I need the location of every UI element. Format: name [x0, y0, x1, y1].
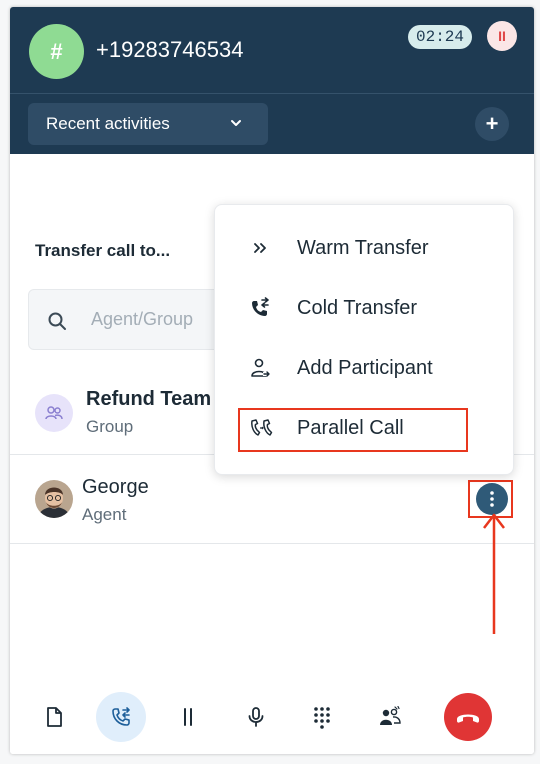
transfer-button[interactable]: [96, 692, 146, 742]
annotation-arrow: [483, 513, 505, 634]
annotation-highlight-box: [238, 408, 468, 452]
agent-photo: [35, 480, 73, 518]
add-button[interactable]: +: [475, 107, 509, 141]
call-toolbar: [10, 687, 534, 754]
dialpad-button[interactable]: [298, 693, 346, 741]
search-icon: [48, 312, 66, 330]
contact-name[interactable]: George: [82, 476, 149, 499]
menu-item-label: Cold Transfer: [297, 297, 418, 319]
menu-item-cold-transfer[interactable]: Cold Transfer: [215, 278, 515, 338]
search-input[interactable]: Agent/Group: [91, 309, 193, 330]
contact-type: Agent: [82, 505, 127, 524]
notes-icon: [47, 707, 62, 727]
agent-avatar: [35, 480, 73, 518]
hold-button[interactable]: [164, 693, 212, 741]
add-participant-icon: [251, 358, 270, 377]
hangup-button[interactable]: [444, 693, 492, 741]
transfer-panel-title: Transfer call to...: [35, 241, 171, 260]
mic-icon: [248, 707, 264, 727]
menu-item-warm-transfer[interactable]: Warm Transfer: [215, 218, 515, 278]
mute-button[interactable]: [232, 693, 280, 741]
hold-status-icon[interactable]: II: [487, 21, 517, 51]
contact-type: Group: [86, 417, 134, 436]
recent-activities-label: Recent activities: [46, 114, 170, 133]
contact-name[interactable]: Refund Team: [86, 388, 211, 411]
header-divider: [10, 93, 534, 94]
transfer-icon: [112, 707, 130, 726]
menu-item-label: Warm Transfer: [297, 237, 429, 259]
row-divider: [10, 543, 534, 544]
call-widget: # +19283746534 02:24 II Recent activitie…: [10, 7, 534, 754]
recent-activities-dropdown[interactable]: Recent activities: [28, 103, 268, 145]
hold-icon: [184, 708, 192, 726]
menu-item-label: Add Participant: [297, 357, 433, 379]
group-avatar: [35, 394, 73, 432]
group-icon: [45, 406, 63, 420]
dialpad-icon: [314, 707, 330, 729]
conference-icon: [380, 706, 401, 725]
call-header: # +19283746534 02:24 II Recent activitie…: [10, 7, 534, 154]
chevron-down-icon: [231, 120, 241, 126]
cold-transfer-icon: [252, 297, 269, 316]
transfer-options-menu: Warm Transfer Cold Transfer Add Particip…: [214, 204, 514, 475]
conference-button[interactable]: [366, 693, 414, 741]
warm-transfer-icon: [254, 243, 266, 253]
hangup-icon: [457, 714, 479, 723]
menu-item-add-participant[interactable]: Add Participant: [215, 338, 515, 398]
caller-phone-number: +19283746534: [96, 37, 244, 62]
caller-avatar: #: [29, 24, 84, 79]
notes-button[interactable]: [30, 693, 78, 741]
call-timer: 02:24: [408, 25, 472, 49]
